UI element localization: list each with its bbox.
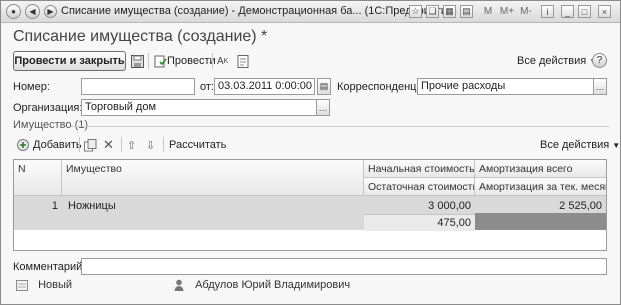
memory-minus-button[interactable]: M- xyxy=(518,4,534,19)
column-header-depreciation-month[interactable]: Амортизация за тек. месяц xyxy=(475,178,606,196)
user-icon xyxy=(172,278,186,292)
toolbar-separator xyxy=(148,53,149,69)
calendar-picker-button[interactable]: ▤ xyxy=(317,78,331,95)
author-name: Абдулов Юрий Владимирович xyxy=(195,278,351,291)
calc-icon[interactable]: ▦ xyxy=(443,5,456,18)
status-new: Новый xyxy=(15,278,72,292)
author-status: Абдулов Юрий Владимирович xyxy=(172,278,350,292)
cell-depreciation-total[interactable]: 2 525,00 xyxy=(475,198,606,214)
post-icon xyxy=(153,54,167,68)
calendar-icon[interactable]: ▤ xyxy=(460,5,473,18)
all-actions-menu[interactable]: Все действия ▼ xyxy=(517,52,597,70)
cell-asset[interactable]: Ножницы xyxy=(64,198,120,214)
comment-field[interactable] xyxy=(81,258,607,275)
toolbar-separator xyxy=(163,137,164,152)
table-all-actions-label: Все действия xyxy=(540,139,610,151)
add-button[interactable]: Добавить xyxy=(16,136,82,154)
correspondence-field[interactable]: Прочие расходы xyxy=(417,78,594,95)
cell-residual-cost[interactable]: 475,00 xyxy=(364,214,475,231)
window-title: Списание имущества (создание) - Демонстр… xyxy=(61,5,457,17)
move-up-icon[interactable]: ⇧ xyxy=(127,136,136,154)
memory-button[interactable]: M xyxy=(481,4,495,19)
assets-table[interactable]: N Имущество Начальная стоимость Остаточн… xyxy=(13,159,607,251)
toolbar-separator xyxy=(121,137,122,152)
date-field[interactable]: 03.03.2011 0:00:00 xyxy=(214,78,315,95)
document-icon xyxy=(15,278,29,292)
assets-group-title: Имущество (1) xyxy=(13,119,89,131)
maximize-icon[interactable]: □ xyxy=(578,5,591,18)
calculate-button[interactable]: Рассчитать xyxy=(169,136,226,154)
move-down-icon[interactable]: ⇩ xyxy=(146,136,155,154)
group-divider xyxy=(71,126,610,127)
bookmark-icon[interactable]: ☆ xyxy=(409,5,422,18)
report-icon[interactable] xyxy=(237,52,249,70)
help-button[interactable]: ? xyxy=(592,53,607,68)
organization-label: Организация: xyxy=(13,102,83,114)
post-and-close-button[interactable]: Провести и закрыть xyxy=(13,51,126,71)
save-icon[interactable] xyxy=(131,52,144,70)
memory-plus-button[interactable]: M+ xyxy=(499,4,515,19)
comment-label: Комментарий: xyxy=(13,261,86,273)
table-all-actions-menu[interactable]: Все действия ▼ xyxy=(540,136,620,154)
column-header-initial-cost[interactable]: Начальная стоимость xyxy=(364,160,475,178)
page-title: Списание имущества (создание) * xyxy=(13,28,268,45)
title-bar: ● ◀ ▶ Списание имущества (создание) - Де… xyxy=(1,1,620,23)
correspondence-select-button[interactable]: … xyxy=(593,78,607,95)
column-header-asset[interactable]: Имущество xyxy=(62,160,364,196)
status-label: Новый xyxy=(38,278,73,291)
copy-icon[interactable]: ❏ xyxy=(426,5,439,18)
column-header-residual-cost[interactable]: Остаточная стоимость xyxy=(364,178,475,196)
organization-field[interactable]: Торговый дом xyxy=(81,99,317,116)
date-label: от: xyxy=(200,81,214,93)
cell-n[interactable]: 1 xyxy=(14,198,62,214)
post-button-label: Провести xyxy=(167,55,216,67)
cell-depreciation-month[interactable] xyxy=(475,214,606,218)
toolbar-separator xyxy=(79,137,80,152)
column-header-n[interactable]: N xyxy=(14,160,62,196)
back-arrow-icon[interactable]: ◀ xyxy=(25,4,40,19)
number-label: Номер: xyxy=(13,81,50,93)
add-icon xyxy=(16,138,30,152)
sort-az-icon[interactable]: AK xyxy=(217,52,228,70)
copy-row-icon[interactable] xyxy=(84,136,97,154)
post-button[interactable]: Провести xyxy=(153,52,216,70)
organization-select-button[interactable]: … xyxy=(316,99,330,116)
toolbar-separator xyxy=(212,53,213,69)
add-button-label: Добавить xyxy=(33,139,82,151)
delete-icon[interactable]: ✕ xyxy=(103,136,114,154)
cell-initial-cost[interactable]: 3 000,00 xyxy=(364,198,475,214)
document-window: ● ◀ ▶ Списание имущества (создание) - Де… xyxy=(0,0,621,305)
all-actions-label: Все действия xyxy=(517,55,587,67)
close-icon[interactable]: × xyxy=(598,5,611,18)
forward-icon[interactable]: ▶ xyxy=(44,5,57,18)
column-header-depreciation-total[interactable]: Амортизация всего xyxy=(475,160,606,178)
dropdown-arrow-icon: ▼ xyxy=(612,140,621,150)
info-icon[interactable]: i xyxy=(541,5,554,18)
minimize-icon[interactable]: _ xyxy=(561,5,574,18)
number-field[interactable] xyxy=(81,78,195,95)
app-menu-icon[interactable]: ● xyxy=(6,4,21,19)
